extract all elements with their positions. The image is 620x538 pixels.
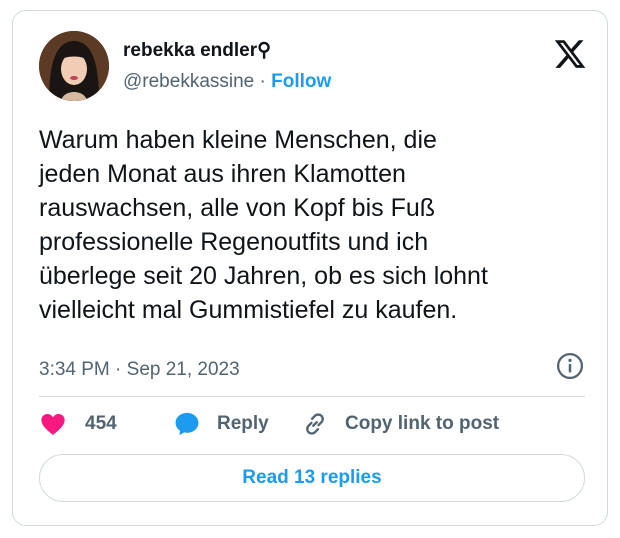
reply-button[interactable]: Reply bbox=[173, 409, 269, 439]
handle-separator: · bbox=[254, 71, 272, 92]
follow-link[interactable]: Follow bbox=[271, 71, 331, 92]
author-handle-row: @rebekkassine · Follow bbox=[123, 71, 331, 93]
copy-link-label: Copy link to post bbox=[345, 413, 500, 434]
author-display-name[interactable]: rebekka endler⚲ bbox=[123, 39, 271, 62]
read-replies-button[interactable]: Read 13 replies bbox=[39, 454, 585, 502]
divider bbox=[39, 396, 585, 397]
like-button[interactable]: 454 bbox=[39, 409, 117, 439]
copy-link-button[interactable]: Copy link to post bbox=[301, 409, 499, 439]
tweet-text: Warum haben kleine Menschen, die jeden M… bbox=[39, 126, 488, 324]
reply-bubble-icon bbox=[173, 410, 201, 438]
avatar[interactable] bbox=[39, 31, 109, 101]
tweet-timestamp[interactable]: 3:34 PM · Sep 21, 2023 bbox=[39, 359, 240, 381]
avatar-image bbox=[39, 31, 109, 101]
link-icon bbox=[301, 410, 329, 438]
reply-label: Reply bbox=[217, 413, 269, 434]
tweet-card: rebekka endler⚲ @rebekkassine · Follow W… bbox=[12, 10, 608, 526]
author-handle[interactable]: @rebekkassine bbox=[123, 71, 254, 92]
x-logo-icon[interactable] bbox=[553, 37, 587, 71]
heart-icon bbox=[39, 410, 67, 438]
info-icon[interactable] bbox=[555, 351, 585, 381]
like-count: 454 bbox=[85, 413, 117, 434]
action-bar: 454 Reply Copy link to post bbox=[39, 409, 585, 439]
